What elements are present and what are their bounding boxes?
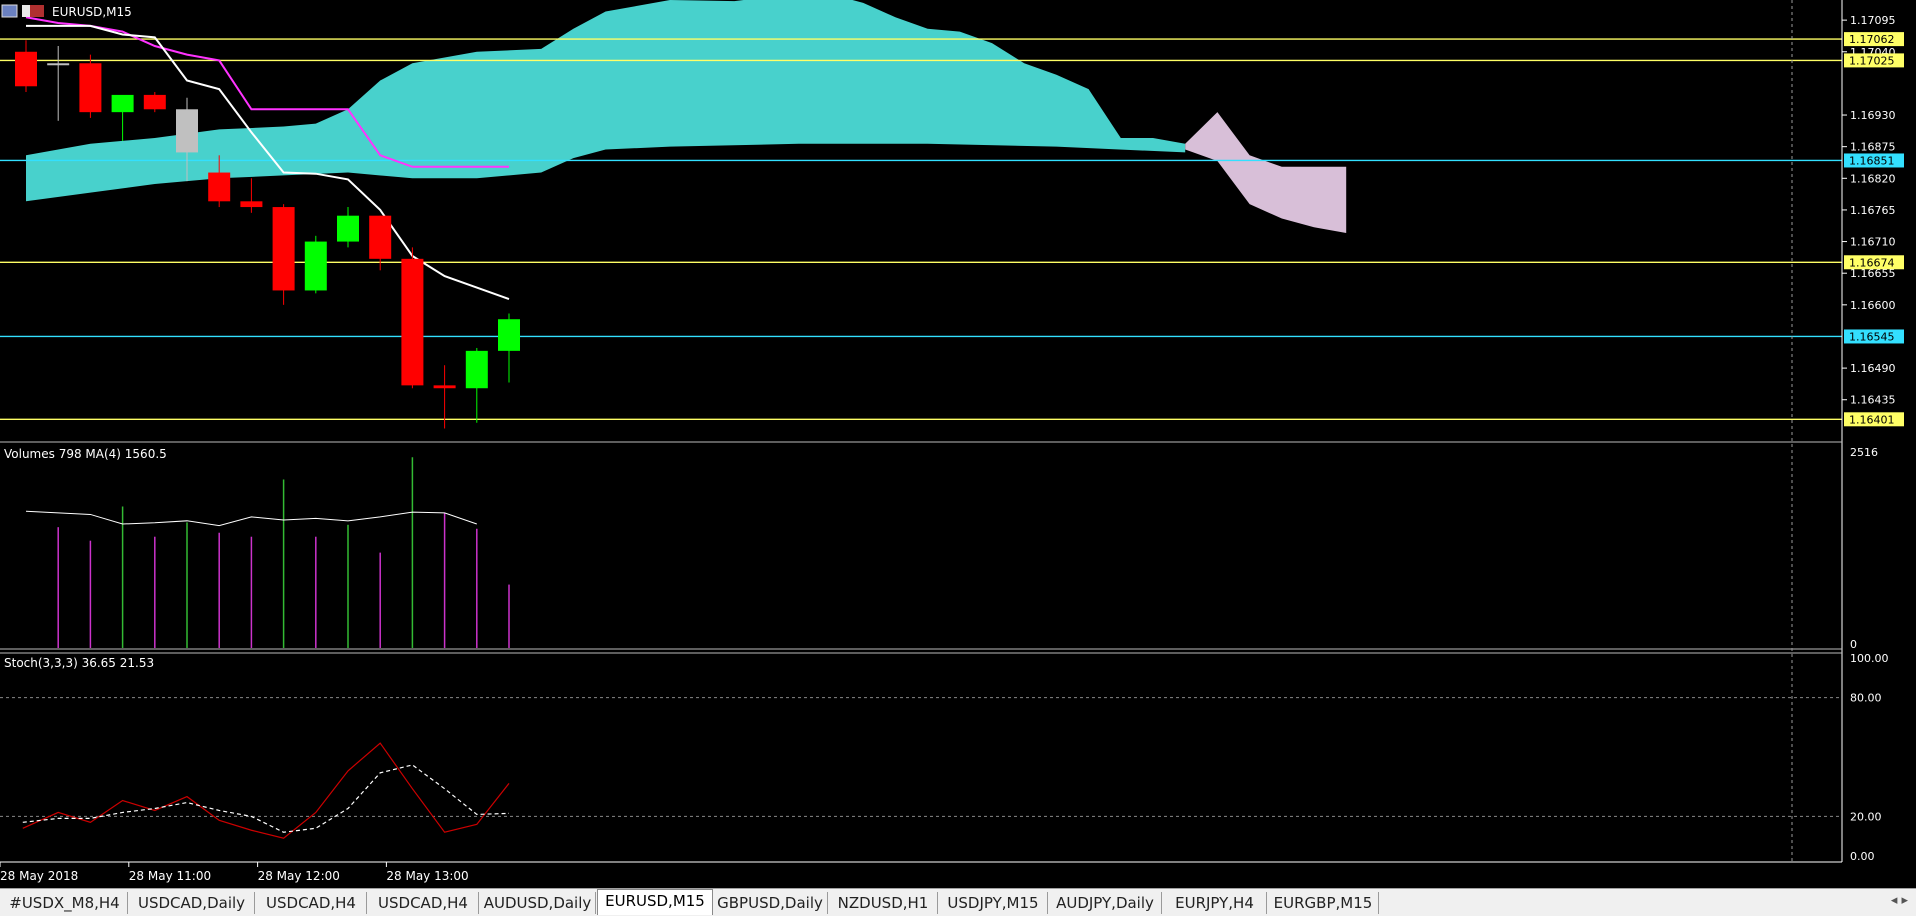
stochastic-axis-label: 0.00 bbox=[1850, 850, 1875, 863]
time-axis-label: 28 May 11:00 bbox=[129, 869, 211, 883]
candle-body[interactable] bbox=[304, 241, 327, 291]
time-axis-label: 28 May 12:00 bbox=[258, 869, 340, 883]
candle-body[interactable] bbox=[79, 63, 102, 113]
chart-tab[interactable]: GBPUSD,Daily bbox=[713, 892, 828, 914]
tab-scroll-arrows[interactable]: ◂ ▸ bbox=[1891, 893, 1908, 908]
volume-ma-line bbox=[25, 510, 477, 527]
chart-header: EURUSD,M15 bbox=[1, 4, 132, 19]
candle-body[interactable] bbox=[47, 63, 70, 66]
candle-body[interactable] bbox=[240, 201, 263, 208]
level-price-tag-label: 1.17025 bbox=[1849, 54, 1895, 67]
chart-symbol-title: EURUSD,M15 bbox=[52, 5, 132, 19]
kumo-bearish-cloud bbox=[1185, 112, 1347, 233]
price-axis-label: 1.16435 bbox=[1850, 394, 1896, 407]
candle-body[interactable] bbox=[176, 109, 198, 153]
level-price-tag-label: 1.16545 bbox=[1849, 330, 1895, 343]
candle-body[interactable] bbox=[369, 215, 392, 259]
flag-eu-icon bbox=[22, 5, 30, 17]
stochastic-indicator-title: Stoch(3,3,3) 36.65 21.53 bbox=[4, 656, 154, 670]
volume-axis-label: 0 bbox=[1850, 638, 1857, 651]
candle-body[interactable] bbox=[401, 258, 424, 386]
stochastic-pane[interactable]: Stoch(3,3,3) 36.65 21.53 100.00 80.00 20.00… bbox=[0, 652, 1889, 863]
stochastic-axis-label: 20.00 bbox=[1850, 810, 1882, 823]
chart-tab[interactable]: EURUSD,M15 bbox=[597, 889, 713, 915]
candle-body[interactable] bbox=[272, 207, 295, 291]
chart-tab[interactable]: USDJPY,M15 bbox=[939, 892, 1048, 914]
level-price-tag-label: 1.16401 bbox=[1849, 413, 1895, 426]
trading-terminal-window: 1.17095 1.17040 1.16930 1.16875 1.16820 1.167… bbox=[0, 0, 1916, 916]
time-axis-label: 28 May 2018 bbox=[0, 869, 78, 883]
price-axis-label: 1.16600 bbox=[1850, 299, 1896, 312]
chart-tab[interactable]: USDCAD,Daily bbox=[129, 892, 255, 914]
chart-tab[interactable]: USDCAD,H4 bbox=[368, 892, 479, 914]
chart-tab[interactable]: EURGBP,M15 bbox=[1268, 892, 1379, 914]
level-price-tag-label: 1.17062 bbox=[1849, 33, 1895, 46]
candle-body[interactable] bbox=[498, 319, 520, 351]
time-axis-label: 28 May 13:00 bbox=[386, 869, 468, 883]
chart-window-icon bbox=[1, 4, 18, 18]
candle-body[interactable] bbox=[143, 94, 166, 110]
stochastic-axis-label: 80.00 bbox=[1850, 692, 1882, 705]
candle-body[interactable] bbox=[433, 385, 456, 389]
price-axis-label: 1.16875 bbox=[1850, 141, 1896, 154]
level-price-tag-label: 1.16851 bbox=[1849, 154, 1895, 167]
level-price-tag-label: 1.16674 bbox=[1849, 256, 1895, 269]
stochastic-signal-line bbox=[22, 764, 510, 833]
chart-tabs-bar: ◂ ▸ #USDX_M8,H4 USDCAD,Daily USDCAD,H4 USDC… bbox=[0, 888, 1916, 916]
price-pane[interactable]: 1.170951.170401.169301.168751.168201.167… bbox=[0, 0, 1904, 429]
kumo-bullish-cloud bbox=[26, 0, 1186, 202]
chart-tab[interactable]: #USDX_M8,H4 bbox=[2, 892, 128, 914]
chart-tab[interactable]: NZDUSD,H1 bbox=[829, 892, 938, 914]
chart-tab[interactable]: AUDJPY,Daily bbox=[1049, 892, 1162, 914]
candle-body[interactable] bbox=[15, 51, 37, 87]
volumes-indicator-title: Volumes 798 MA(4) 1560.5 bbox=[4, 447, 167, 461]
price-axis-label: 1.16765 bbox=[1850, 204, 1896, 217]
price-axis-label: 1.17095 bbox=[1850, 14, 1896, 27]
candle-body[interactable] bbox=[111, 94, 134, 113]
price-axis-label: 1.16930 bbox=[1850, 109, 1896, 122]
volumes-pane[interactable]: Volumes 798 MA(4) 1560.5 2516 0 bbox=[4, 446, 1878, 651]
flag-us-icon bbox=[30, 5, 44, 17]
chart-canvas[interactable]: 1.170951.170401.169301.168751.168201.167… bbox=[0, 0, 1916, 888]
price-axis-label: 1.16820 bbox=[1850, 172, 1896, 185]
price-axis-label: 1.16710 bbox=[1850, 236, 1896, 249]
chart-tab[interactable]: EURJPY,H4 bbox=[1163, 892, 1267, 914]
chart-tab[interactable]: USDCAD,H4 bbox=[256, 892, 367, 914]
price-axis-label: 1.16490 bbox=[1850, 362, 1896, 375]
chart-tab[interactable]: AUDUSD,Daily bbox=[480, 892, 596, 914]
volume-axis-label: 2516 bbox=[1850, 446, 1878, 459]
stochastic-axis-label: 100.00 bbox=[1850, 652, 1889, 665]
candle-body[interactable] bbox=[337, 215, 359, 242]
candle-body[interactable] bbox=[208, 172, 231, 202]
candle-body[interactable] bbox=[465, 350, 488, 389]
